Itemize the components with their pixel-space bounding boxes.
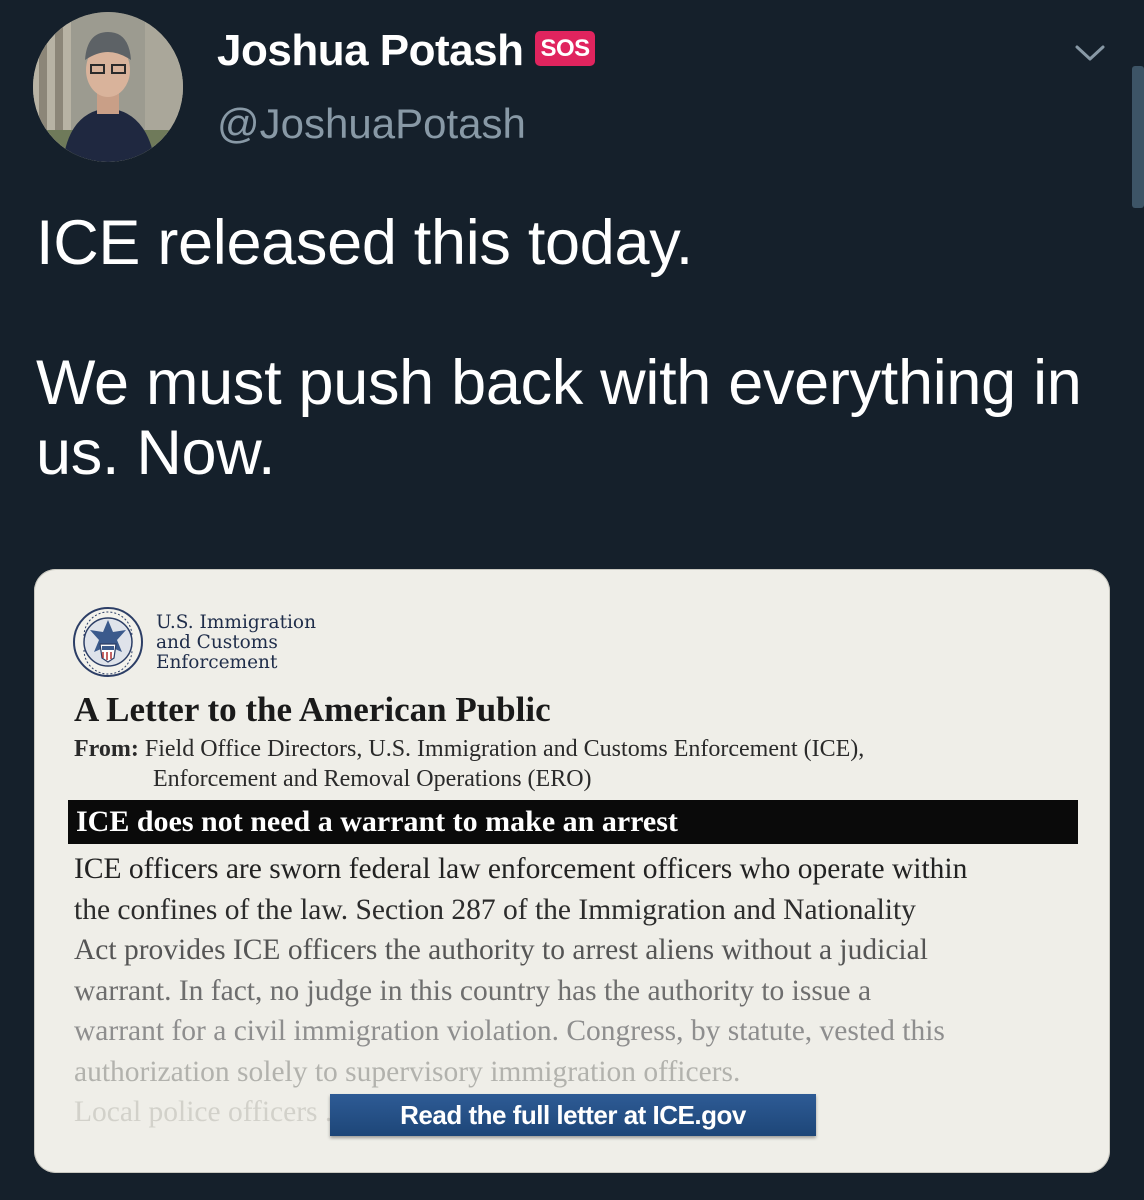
letter-title: A Letter to the American Public [74, 690, 551, 729]
author-name[interactable]: Joshua Potash SOS [217, 26, 595, 76]
body-line: the confines of the law. Section 287 of … [74, 893, 916, 926]
body-line: ICE officers are sworn federal law enfor… [74, 853, 968, 885]
scrollbar[interactable] [1132, 66, 1144, 208]
from-line-1: Field Office Directors, U.S. Immigration… [144, 736, 865, 762]
letter-from: From: Field Office Directors, U.S. Immig… [74, 734, 864, 794]
read-full-letter-button[interactable]: Read the full letter at ICE.gov [330, 1094, 816, 1136]
author-handle[interactable]: @JoshuaPotash [217, 100, 526, 148]
body-line: warrant. In fact, no judge in this count… [74, 974, 872, 1007]
letter-headline: ICE does not need a warrant to make an a… [68, 800, 1078, 844]
letter-body: ICE officers are sworn federal law enfor… [74, 849, 1084, 1133]
chevron-down-icon[interactable] [1072, 38, 1108, 68]
agency-line: Enforcement [156, 652, 278, 673]
agency-name: U.S. Immigration and Customs Enforcement [156, 613, 316, 673]
tweet-text-line-1: ICE released this today. [36, 208, 693, 278]
body-line: Act provides ICE officers the authority … [74, 934, 928, 966]
body-line: warrant for a civil immigration violatio… [74, 1015, 945, 1047]
agency-line: and Customs [156, 632, 278, 653]
from-line-2: Enforcement and Removal Operations (ERO) [153, 766, 592, 792]
avatar[interactable] [33, 12, 183, 162]
avatar-photo [33, 12, 183, 162]
author-display-name[interactable]: Joshua Potash [217, 26, 524, 75]
dhs-seal-icon [73, 607, 143, 677]
tweet-text-line-2: We must push back with everything in us.… [36, 348, 1082, 488]
sos-badge: SOS [535, 31, 595, 66]
body-line: authorization solely to supervisory immi… [74, 1055, 741, 1088]
tweet-media-image[interactable]: U.S. Immigration and Customs Enforcement… [34, 569, 1110, 1173]
tweet-text: ICE released this today. We must push ba… [36, 208, 1116, 488]
from-label: From: [74, 736, 139, 762]
agency-line: U.S. Immigration [156, 612, 316, 633]
